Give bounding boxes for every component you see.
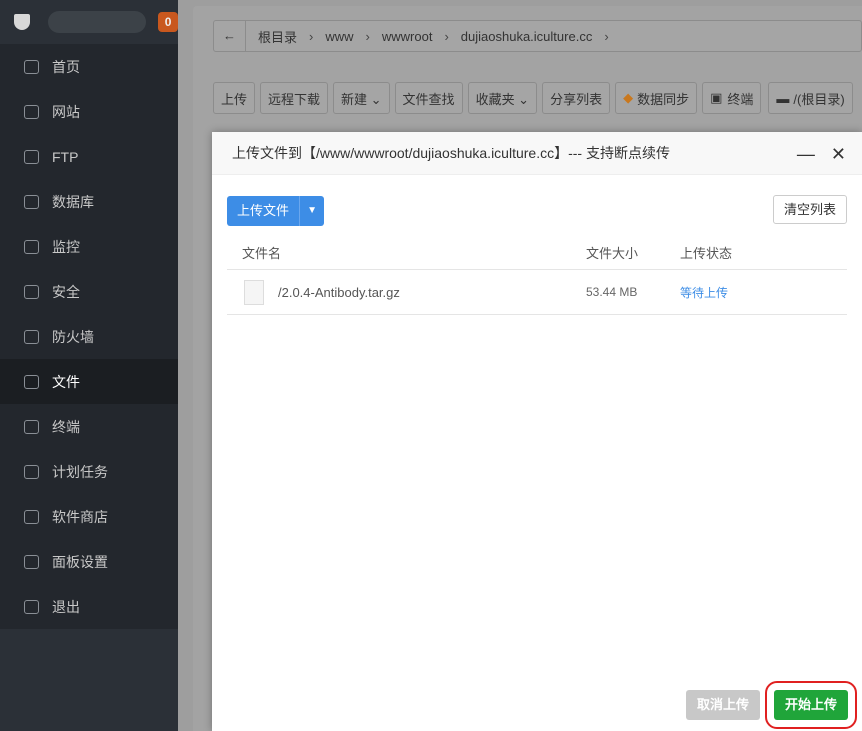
sidebar: 0 首页 网站 FTP 数据库 监控 安全 防火墙 文件 终端 计划任务 软件商…: [0, 0, 178, 731]
label: 计划任务: [52, 463, 108, 480]
sidebar-item-database[interactable]: 数据库: [0, 179, 178, 224]
sidebar-item-cron[interactable]: 计划任务: [0, 449, 178, 494]
label: 网站: [52, 103, 80, 120]
upload-file-button[interactable]: 上传文件 ▼: [227, 196, 325, 226]
file-toolbar: 上传 远程下载 新建 ⌄ 文件查找 收藏夹 ⌄ 分享列表 ◆ 数据同步 ▣ 终端 ▬…: [213, 82, 853, 114]
sidebar-item-store[interactable]: 软件商店: [0, 494, 178, 539]
table-header: 文件名 文件大小 上传状态: [227, 236, 847, 270]
file-icon: [244, 279, 264, 305]
crumb-wwwroot[interactable]: wwwroot: [382, 29, 433, 44]
crumb-sep: ›: [365, 28, 370, 44]
breadcrumb: ← 根目录 › www › wwwroot › dujiaoshuka.icultur…: [213, 20, 862, 52]
label[interactable]: 上传文件: [227, 196, 301, 226]
clear-list-button[interactable]: 清空列表: [772, 195, 847, 224]
label: 防火墙: [52, 328, 94, 345]
label: 文件: [52, 373, 80, 390]
label: 数据库: [52, 193, 94, 210]
label: 数据同步: [637, 91, 690, 107]
file-size: 53.44 MB: [586, 285, 638, 299]
logo-icon: [14, 14, 30, 30]
sidebar-item-settings[interactable]: 面板设置: [0, 539, 178, 584]
share-list-button[interactable]: 分享列表: [542, 82, 611, 114]
label: /(根目录): [793, 91, 845, 107]
col-size: 文件大小: [586, 246, 639, 261]
label: 终端: [727, 91, 754, 107]
sidebar-item-terminal[interactable]: 终端: [0, 404, 178, 449]
dialog-footer: 取消上传 开始上传: [685, 681, 858, 729]
blurred-hostname: [47, 11, 147, 33]
crumb-site[interactable]: dujiaoshuka.iculture.cc: [461, 29, 593, 44]
minimize-icon[interactable]: —: [797, 144, 815, 165]
home-icon: [24, 59, 39, 74]
crumb-root[interactable]: 根目录: [258, 27, 297, 46]
firewall-icon: [24, 329, 39, 344]
label: 终端: [52, 418, 80, 435]
sidebar-item-logout[interactable]: 退出: [0, 584, 178, 629]
disk-icon: ▬: [776, 90, 790, 106]
col-filename: 文件名: [242, 246, 282, 261]
terminal-button[interactable]: ▣ 终端: [702, 82, 762, 114]
ftp-icon: [24, 149, 39, 164]
shield-icon: [24, 284, 39, 299]
back-button[interactable]: ←: [214, 21, 246, 51]
label: 安全: [52, 283, 80, 300]
sidebar-item-files[interactable]: 文件: [0, 359, 178, 404]
sidebar-item-security[interactable]: 安全: [0, 269, 178, 314]
terminal-icon: [24, 419, 39, 434]
label: 监控: [52, 238, 80, 255]
monitor-icon: [24, 239, 39, 254]
caret-down-icon[interactable]: ▼: [300, 196, 324, 226]
start-upload-button[interactable]: 开始上传: [764, 681, 858, 729]
notification-badge[interactable]: 0: [158, 12, 178, 32]
sidebar-item-home[interactable]: 首页: [0, 44, 178, 89]
remote-download-button[interactable]: 远程下载: [260, 82, 329, 114]
close-icon[interactable]: ✕: [831, 144, 846, 165]
label: 退出: [52, 598, 80, 615]
sidebar-item-ftp[interactable]: FTP: [0, 134, 178, 179]
dialog-title: 上传文件到【/www/wwwroot/dujiaoshuka.iculture.…: [232, 145, 670, 161]
col-status: 上传状态: [680, 246, 733, 261]
database-icon: [24, 194, 39, 209]
sidebar-item-monitor[interactable]: 监控: [0, 224, 178, 269]
apps-icon: [24, 509, 39, 524]
label: 面板设置: [52, 553, 108, 570]
globe-icon: [24, 104, 39, 119]
crumb-sep: ›: [604, 28, 609, 44]
terminal-icon: ▣: [710, 90, 723, 105]
upload-button[interactable]: 上传: [213, 82, 256, 114]
upload-status: 等待上传: [680, 285, 729, 300]
cancel-upload-button[interactable]: 取消上传: [685, 690, 760, 720]
data-sync-button[interactable]: ◆ 数据同步: [615, 82, 698, 114]
dialog-header: 上传文件到【/www/wwwroot/dujiaoshuka.iculture.…: [212, 132, 862, 175]
table-row: /2.0.4-Antibody.tar.gz 53.44 MB 等待上传: [227, 270, 847, 315]
sidebar-item-firewall[interactable]: 防火墙: [0, 314, 178, 359]
crumb-sep: ›: [444, 28, 449, 44]
sidebar-item-website[interactable]: 网站: [0, 89, 178, 134]
gear-icon: [24, 554, 39, 569]
gem-icon: ◆: [623, 90, 634, 105]
new-dropdown[interactable]: 新建 ⌄: [333, 82, 390, 114]
upload-dialog: 上传文件到【/www/wwwroot/dujiaoshuka.iculture.…: [212, 132, 862, 731]
logout-icon: [24, 599, 39, 614]
logo-row: 0: [0, 0, 178, 44]
label: 首页: [52, 58, 80, 75]
crumb-sep: ›: [309, 28, 314, 44]
label: 软件商店: [52, 508, 108, 525]
folder-icon: [24, 374, 39, 389]
label: FTP: [52, 148, 79, 165]
crumb-www[interactable]: www: [325, 29, 353, 44]
calendar-icon: [24, 464, 39, 479]
file-name: /2.0.4-Antibody.tar.gz: [278, 284, 400, 300]
favorites-dropdown[interactable]: 收藏夹 ⌄: [467, 82, 538, 114]
file-search-button[interactable]: 文件查找: [394, 82, 463, 114]
sidebar-nav: 首页 网站 FTP 数据库 监控 安全 防火墙 文件 终端 计划任务 软件商店 …: [0, 44, 178, 629]
disk-button[interactable]: ▬/(根目录): [768, 82, 853, 114]
